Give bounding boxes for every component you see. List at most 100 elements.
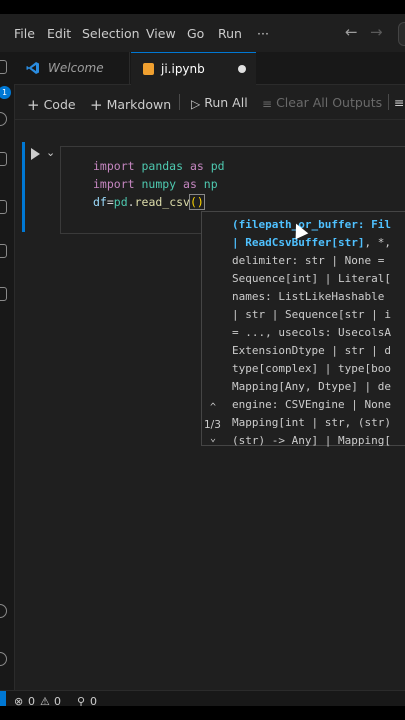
- ports-icon[interactable]: ⚲: [77, 695, 85, 706]
- code-token: numpy: [134, 177, 184, 191]
- code-token: .: [127, 195, 135, 209]
- signature-line: | str | Sequence[str | i: [232, 306, 391, 324]
- signature-help-widget: ^ 1/3 ⌄ (filepath_or_buffer: Fil | ReadCs…: [201, 211, 405, 447]
- editor-tab-bar: Welcome ji.ipynb: [14, 52, 405, 85]
- signature-token: engine: CSVEngine | None: [232, 398, 391, 411]
- code-token: pd: [203, 159, 225, 173]
- signature-line: delimiter: str | None =: [232, 252, 391, 270]
- signature-line: engine: CSVEngine | None: [232, 396, 391, 414]
- signature-token: Mapping[Any, Dtype] | de: [232, 380, 391, 393]
- menu-view[interactable]: View: [146, 26, 176, 41]
- run-all-button[interactable]: ▷ Run All: [191, 95, 248, 111]
- code-token: as: [183, 177, 197, 191]
- explorer-icon[interactable]: [0, 60, 7, 74]
- signature-token: ReadCsvBuffer[str]: [245, 236, 365, 249]
- overload-counter: 1/3: [204, 419, 221, 431]
- execute-cell-icon[interactable]: [31, 148, 40, 160]
- search-icon[interactable]: [0, 112, 7, 126]
- vscode-window: File Edit Selection View Go Run ··· ← → …: [0, 14, 405, 706]
- signature-token: (str) -> Any] | Mapping[: [232, 434, 391, 447]
- play-icon: ▷: [191, 97, 201, 111]
- code-token: as: [189, 159, 204, 173]
- run-debug-icon[interactable]: [0, 200, 7, 214]
- code-line: df=pd.read_csv(): [93, 193, 225, 211]
- signature-token: Mapping[int | str, (str): [232, 416, 391, 429]
- warning-count[interactable]: 0: [54, 695, 61, 706]
- signature-token: delimiter: str | None =: [232, 254, 391, 267]
- unsaved-dot-icon[interactable]: [238, 65, 246, 73]
- menu-go[interactable]: Go: [187, 26, 204, 41]
- plus-icon: +: [90, 96, 103, 114]
- code-line: import pandas as pd: [93, 157, 225, 175]
- signature-token: ExtensionDtype | str | d: [232, 344, 391, 357]
- signature-token: names: ListLikeHashable: [232, 290, 391, 303]
- execute-options-chevron-icon[interactable]: ⌄: [46, 146, 55, 159]
- chevron-up-icon[interactable]: ^: [210, 402, 216, 413]
- menu-bar: File Edit Selection View Go Run ··· ← →: [0, 14, 405, 52]
- vscode-logo-icon: [26, 62, 39, 74]
- signature-line: = ..., usecols: UsecolsA: [232, 324, 391, 342]
- remote-indicator[interactable]: [0, 691, 6, 706]
- code-token: df: [93, 195, 107, 209]
- signature-token: |: [232, 236, 246, 249]
- extensions-icon[interactable]: [0, 244, 7, 258]
- chevron-down-icon[interactable]: ⌄: [210, 433, 216, 444]
- gear-icon[interactable]: [0, 652, 7, 666]
- signature-token: Sequence[int] | Literal[: [232, 272, 391, 285]
- signature-overload-nav: ^ 1/3 ⌄: [202, 212, 230, 445]
- tab-welcome-label: Welcome: [48, 61, 104, 75]
- plus-icon: +: [27, 96, 40, 114]
- signature-line: Mapping[Any, Dtype] | de: [232, 378, 391, 396]
- code-token: read_csv: [134, 195, 190, 209]
- clear-all-icon: ≡: [262, 97, 273, 111]
- back-arrow-icon[interactable]: ←: [345, 23, 358, 41]
- signature-line: | ReadCsvBuffer[str], *,: [232, 234, 391, 252]
- cell-focus-indicator: [22, 142, 25, 232]
- signature-token: = ..., usecols: UsecolsA: [232, 326, 391, 339]
- menu-edit[interactable]: Edit: [47, 26, 71, 41]
- error-count[interactable]: 0: [28, 695, 35, 706]
- code-token: (): [188, 194, 205, 210]
- source-control-icon[interactable]: [0, 152, 7, 166]
- signature-text: (filepath_or_buffer: Fil | ReadCsvBuffer[…: [232, 216, 391, 450]
- toolbar-divider: [388, 94, 389, 110]
- notebook-icon: [143, 63, 154, 75]
- code-token: pandas: [134, 159, 190, 173]
- tab-welcome[interactable]: Welcome: [14, 52, 130, 84]
- code-token: np: [196, 177, 218, 191]
- code-cell-source[interactable]: import pandas as pd import numpy as np df=…: [93, 157, 225, 211]
- account-icon[interactable]: [0, 604, 7, 618]
- testing-icon[interactable]: [0, 287, 7, 301]
- code-token: pd: [113, 195, 128, 209]
- add-markdown-cell-button[interactable]: + Markdown: [90, 95, 171, 114]
- add-code-cell-button[interactable]: + Code: [27, 95, 76, 114]
- signature-line: (str) -> Any] | Mapping[: [232, 432, 391, 450]
- signature-token: , *,: [364, 236, 391, 249]
- signature-line: ExtensionDtype | str | d: [232, 342, 391, 360]
- signature-line: Sequence[int] | Literal[: [232, 270, 391, 288]
- signature-token: (filepath_or_buffer: Fil: [232, 218, 391, 231]
- signature-line: names: ListLikeHashable: [232, 288, 391, 306]
- menu-selection[interactable]: Selection: [82, 26, 140, 41]
- signature-line: Mapping[int | str, (str): [232, 414, 391, 432]
- menu-run[interactable]: Run: [218, 26, 242, 41]
- activity-bar: 1: [0, 52, 15, 700]
- code-token: import: [93, 177, 135, 191]
- signature-line: type[complex] | type[boo: [232, 360, 391, 378]
- toolbar-divider: [179, 94, 180, 110]
- forward-arrow-icon[interactable]: →: [370, 23, 383, 41]
- clear-all-outputs-button[interactable]: ≡ Clear All Outputs: [262, 95, 382, 111]
- tab-notebook[interactable]: ji.ipynb: [131, 52, 256, 85]
- error-icon[interactable]: ⊗: [14, 695, 23, 706]
- signature-token: type[complex] | type[boo: [232, 362, 391, 375]
- menu-file[interactable]: File: [14, 26, 35, 41]
- code-token: =: [106, 195, 114, 209]
- outline-icon[interactable]: ≡: [394, 95, 404, 110]
- warning-icon[interactable]: ⚠: [40, 695, 50, 706]
- code-line: import numpy as np: [93, 175, 225, 193]
- ports-count[interactable]: 0: [90, 695, 97, 706]
- signature-line: (filepath_or_buffer: Fil: [232, 216, 391, 234]
- tab-notebook-label: ji.ipynb: [161, 62, 205, 76]
- command-center-search[interactable]: [398, 22, 405, 46]
- menu-more[interactable]: ···: [257, 26, 269, 41]
